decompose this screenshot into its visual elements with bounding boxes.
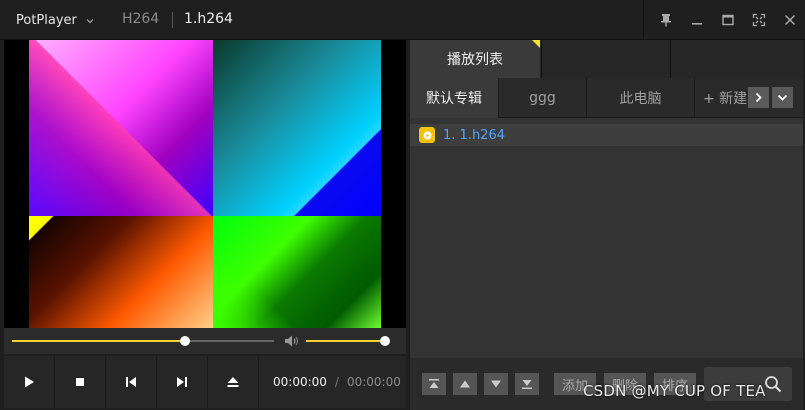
tab-corner-marker	[532, 40, 540, 48]
move-up-button[interactable]	[453, 373, 477, 395]
file-name: 1.h264	[184, 11, 233, 27]
minimize-button[interactable]	[681, 0, 712, 40]
play-icon	[25, 376, 34, 388]
playlist-tabs: 播放列表	[410, 40, 803, 78]
close-button[interactable]	[774, 0, 805, 40]
move-bottom-icon	[522, 380, 532, 389]
volume-level	[306, 340, 385, 342]
close-icon	[784, 14, 795, 26]
stop-button[interactable]	[55, 356, 106, 408]
next-button[interactable]	[157, 356, 208, 408]
playlist-item[interactable]: 1. 1.h264	[410, 124, 803, 146]
title-bar: PotPlayer H264 1.h264	[0, 0, 805, 40]
video-quadrant	[29, 216, 213, 328]
fullscreen-button[interactable]	[743, 0, 774, 40]
album-tab-label: 默认专辑	[426, 91, 482, 107]
video-quadrant	[213, 216, 381, 328]
video-frame	[29, 40, 381, 328]
move-up-icon	[460, 380, 470, 388]
album-tab-label: 此电脑	[619, 91, 662, 107]
search-icon	[765, 376, 782, 393]
previous-button[interactable]	[106, 356, 157, 408]
time-separator: /	[334, 375, 339, 389]
video-quadrant	[213, 40, 381, 216]
next-icon	[177, 377, 187, 387]
album-tab-label: + 新建	[703, 91, 748, 107]
pin-icon	[660, 14, 671, 27]
stop-icon	[76, 378, 84, 386]
album-tab-default[interactable]: 默认专辑	[410, 78, 498, 118]
move-bottom-button[interactable]	[515, 373, 539, 395]
album-tab-this-pc[interactable]: 此电脑	[586, 78, 694, 118]
playlist-item-label: 1. 1.h264	[443, 127, 505, 143]
window-controls	[643, 0, 805, 40]
minimize-icon	[691, 23, 702, 25]
tab-playlist[interactable]: 播放列表	[410, 40, 540, 78]
watermark-text: CSDN @MY CUP OF TEA	[583, 382, 766, 400]
move-top-icon	[429, 379, 439, 388]
seek-bar-row	[4, 328, 406, 354]
playing-icon	[419, 127, 435, 143]
video-quadrant	[29, 40, 213, 216]
play-button[interactable]	[4, 356, 55, 408]
title-separator	[172, 12, 173, 28]
album-tabs: 默认专辑 ggg 此电脑 + 新建	[410, 78, 803, 118]
move-down-button[interactable]	[484, 373, 508, 395]
album-dropdown-button[interactable]	[772, 87, 793, 108]
album-tab-label: ggg	[529, 90, 556, 106]
volume-slider[interactable]	[306, 336, 390, 346]
maximize-button[interactable]	[712, 0, 743, 40]
time-display: 00:00:00 / 00:00:00	[259, 356, 401, 408]
eject-button[interactable]	[208, 356, 259, 408]
pin-button[interactable]	[650, 0, 681, 40]
move-down-icon	[491, 380, 501, 388]
app-name: PotPlayer	[16, 12, 77, 28]
volume-icon[interactable]	[284, 334, 300, 348]
seek-handle[interactable]	[179, 336, 190, 346]
total-time: 00:00:00	[346, 375, 401, 389]
eject-icon	[227, 377, 239, 387]
tab-empty[interactable]	[541, 40, 671, 78]
codec-label: H264	[122, 11, 160, 27]
current-time: 00:00:00	[273, 375, 327, 389]
window-controls-divider	[643, 0, 644, 40]
app-menu-button[interactable]: PotPlayer	[8, 4, 108, 36]
album-scroll-right-button[interactable]	[748, 87, 769, 108]
volume-handle[interactable]	[379, 336, 390, 346]
chevron-down-icon	[777, 94, 788, 101]
seek-progress	[12, 340, 185, 342]
video-display[interactable]	[4, 40, 406, 328]
seek-slider[interactable]	[12, 336, 274, 346]
chevron-right-icon	[755, 92, 762, 103]
move-top-button[interactable]	[422, 373, 446, 395]
album-tab-ggg[interactable]: ggg	[498, 78, 586, 118]
playback-controls: 00:00:00 / 00:00:00	[4, 356, 406, 408]
chevron-down-icon	[85, 15, 95, 25]
tab-playlist-label: 播放列表	[447, 52, 503, 68]
maximize-icon	[721, 14, 734, 26]
playlist-panel: 播放列表 默认专辑 ggg 此电脑 + 新建 1. 1.h264 添加 删除 排…	[410, 40, 803, 410]
fullscreen-icon	[752, 13, 765, 27]
previous-icon	[126, 377, 136, 387]
album-tab-new[interactable]: + 新建	[694, 78, 748, 118]
